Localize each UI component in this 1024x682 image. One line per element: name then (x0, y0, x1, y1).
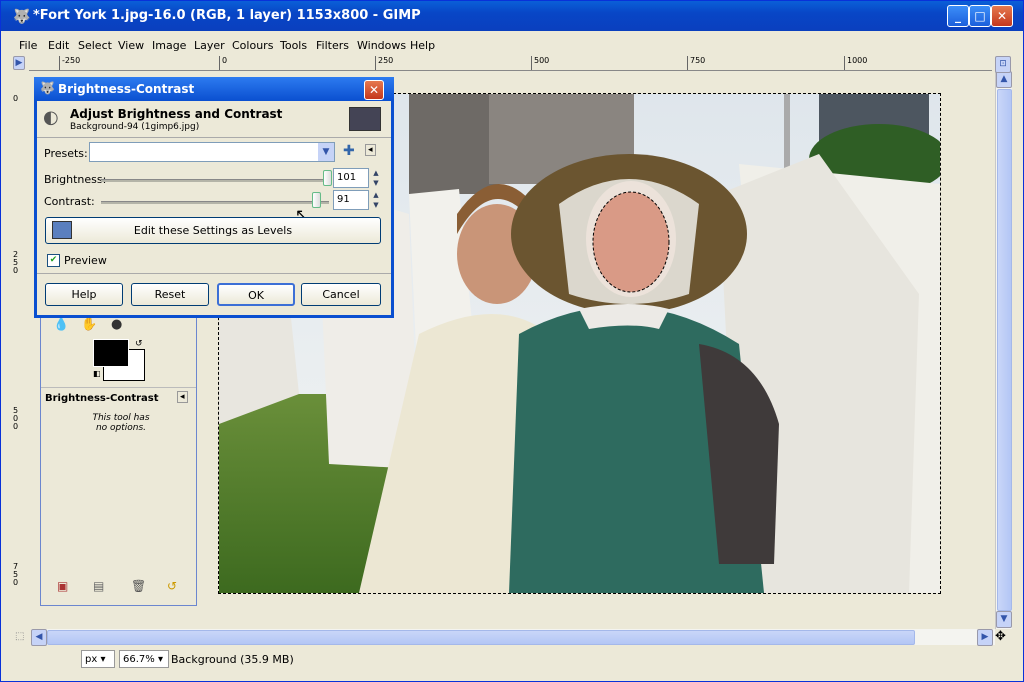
vertical-ruler: 0 250 500 750 (11, 71, 26, 629)
presets-combo[interactable]: ▼ (89, 142, 335, 162)
ruler-label: 750 (690, 56, 706, 65)
edit-as-levels-label: Edit these Settings as Levels (133, 224, 293, 237)
unit-value: px (85, 654, 98, 665)
menu-colours[interactable]: Colours (232, 39, 273, 52)
add-preset-icon[interactable]: ✚ (343, 143, 355, 159)
brightness-contrast-dialog: 🐺 Brightness-Contrast ✕ ◐ Adjust Brightn… (34, 77, 394, 318)
horizontal-ruler: -250 0 250 500 750 1000 (29, 56, 992, 71)
horizontal-scroll-thumb[interactable] (47, 630, 915, 645)
contrast-slider-track[interactable] (101, 201, 329, 204)
brightness-spinner[interactable]: ▲ ▼ (370, 168, 382, 188)
preview-label: Preview (64, 254, 107, 267)
restore-options-icon[interactable]: ▤ (93, 579, 104, 593)
brightness-slider-track[interactable] (101, 179, 329, 182)
preview-checkbox[interactable]: ✔ (47, 254, 60, 267)
tool-options-menu-icon[interactable]: ◂ (177, 391, 188, 403)
navigate-icon[interactable]: ✥ (995, 629, 1006, 644)
contrast-input[interactable]: 91 (333, 190, 369, 210)
unit-select[interactable]: px ▾ (81, 650, 115, 668)
scroll-down-button[interactable]: ▼ (996, 611, 1012, 628)
menu-windows[interactable]: Windows (357, 39, 406, 52)
dialog-heading: Adjust Brightness and Contrast (70, 107, 283, 121)
zoom-select[interactable]: 66.7% ▾ (119, 650, 169, 668)
window-title: *Fort York 1.jpg-16.0 (RGB, 1 layer) 115… (33, 8, 421, 23)
status-info: Background (35.9 MB) (171, 653, 294, 666)
contrast-label: Contrast: (44, 195, 95, 208)
vertical-scrollbar[interactable]: ▲ ▼ (995, 71, 1012, 629)
menu-edit[interactable]: Edit (48, 39, 69, 52)
menu-layer[interactable]: Layer (194, 39, 225, 52)
ruler-label: 250 (378, 56, 394, 65)
ruler-label: 750 (13, 562, 19, 587)
dialog-title-bar[interactable]: 🐺 Brightness-Contrast ✕ (34, 77, 394, 101)
brightness-contrast-icon: ◐ (43, 107, 59, 128)
menu-help[interactable]: Help (410, 39, 435, 52)
brightness-slider-handle[interactable] (323, 170, 333, 186)
delete-options-icon[interactable]: 🗑 (131, 579, 146, 593)
reset-button[interactable]: Reset (131, 283, 209, 306)
presets-dropdown-arrow-icon[interactable]: ▼ (318, 143, 334, 161)
brightness-input[interactable]: 101 (333, 168, 369, 188)
menu-bar: File Edit Select View Image Layer Colour… (1, 36, 1023, 56)
toolbox-panel: 💧 ✋ ● ↺ ◧ Brightness-Contrast ◂ This too… (40, 310, 197, 606)
ruler-label: 0 (13, 94, 19, 103)
edit-as-levels-button[interactable]: Edit these Settings as Levels (45, 217, 381, 244)
foreground-color-swatch[interactable] (93, 339, 129, 367)
dialog-subheading: Background-94 (1gimp6.jpg) (70, 122, 200, 132)
scroll-right-button[interactable]: ▶ (977, 629, 993, 646)
dialog-app-icon: 🐺 (40, 81, 55, 95)
title-bar[interactable]: 🐺 *Fort York 1.jpg-16.0 (RGB, 1 layer) 1… (1, 1, 1023, 31)
ruler-label: -250 (62, 56, 81, 65)
dialog-close-button[interactable]: ✕ (364, 80, 384, 100)
horizontal-scrollbar[interactable]: ◀ ▶ (31, 629, 995, 646)
quick-mask-icon[interactable]: ⬚ (15, 631, 24, 642)
tool-options-title: Brightness-Contrast (45, 393, 159, 404)
image-thumbnail (349, 107, 381, 131)
contrast-spinner[interactable]: ▲ ▼ (370, 190, 382, 210)
dialog-title: Brightness-Contrast (58, 82, 195, 96)
menu-image[interactable]: Image (152, 39, 186, 52)
menu-view[interactable]: View (118, 39, 144, 52)
brightness-label: Brightness: (44, 173, 107, 186)
minimize-button[interactable]: _ (947, 5, 969, 27)
ruler-label: 500 (534, 56, 550, 65)
scroll-up-button[interactable]: ▲ (996, 71, 1012, 88)
swap-colors-icon[interactable]: ↺ (135, 339, 143, 349)
ok-button[interactable]: OK (217, 283, 295, 306)
scroll-left-button[interactable]: ◀ (31, 629, 47, 646)
ruler-label: 500 (13, 406, 19, 431)
menu-arrow-button[interactable]: ▶ (13, 56, 25, 70)
dodge-burn-tool-icon[interactable]: ● (111, 317, 122, 332)
contrast-slider-handle[interactable] (312, 192, 322, 208)
reset-options-icon[interactable]: ↺ (167, 579, 177, 593)
ruler-label: 1000 (847, 56, 868, 65)
vertical-scroll-thumb[interactable] (997, 89, 1012, 611)
menu-select[interactable]: Select (78, 39, 112, 52)
tool-options-text: This tool has no options. (92, 413, 150, 433)
save-options-icon[interactable]: ▣ (57, 579, 68, 593)
menu-tools[interactable]: Tools (280, 39, 307, 52)
menu-filters[interactable]: Filters (316, 39, 349, 52)
preset-menu-icon[interactable]: ◂ (365, 144, 376, 156)
zoom-value: 66.7% (123, 654, 155, 665)
maximize-button[interactable]: □ (969, 5, 991, 27)
status-bar: px ▾ 66.7% ▾ Background (35.9 MB) (1, 647, 1023, 671)
ruler-label: 0 (222, 56, 228, 65)
cancel-button[interactable]: Cancel (301, 283, 381, 306)
help-button[interactable]: Help (45, 283, 123, 306)
close-button[interactable]: ✕ (991, 5, 1013, 27)
default-colors-icon[interactable]: ◧ (93, 369, 101, 378)
levels-icon (52, 221, 72, 239)
blur-tool-icon[interactable]: 💧 (53, 317, 69, 332)
gimp-app-icon: 🐺 (13, 9, 31, 25)
menu-file[interactable]: File (19, 39, 37, 52)
smudge-tool-icon[interactable]: ✋ (81, 317, 97, 332)
presets-label: Presets: (44, 147, 88, 160)
zoom-lock-icon[interactable]: ⊡ (995, 56, 1011, 73)
ruler-label: 250 (13, 250, 19, 275)
